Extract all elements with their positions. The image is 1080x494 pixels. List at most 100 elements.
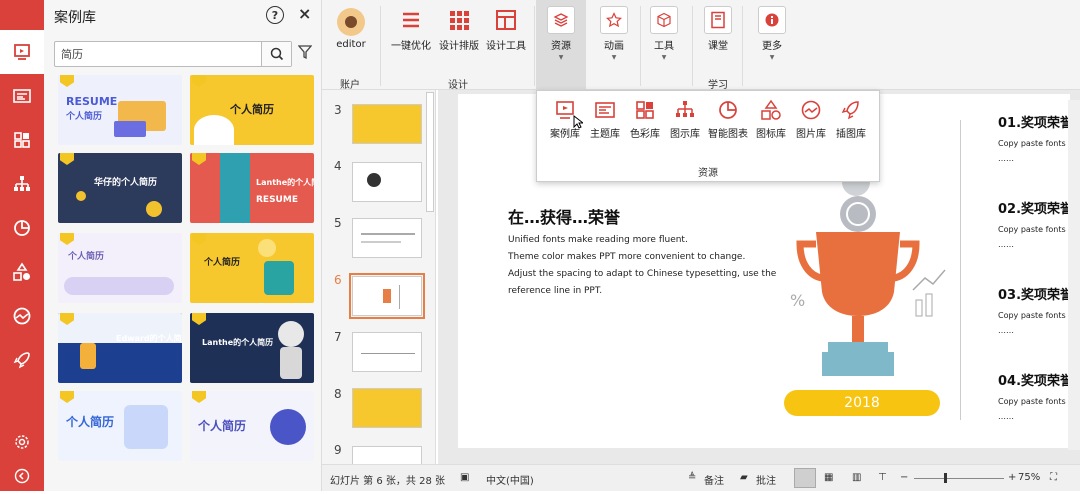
- classroom-button[interactable]: 课堂: [700, 0, 736, 64]
- template-thumbnail[interactable]: 个人简历: [190, 233, 314, 303]
- zoom-slider[interactable]: [914, 478, 1004, 479]
- star-icon: [600, 6, 628, 34]
- sorter-view-icon[interactable]: ▦: [824, 472, 833, 483]
- slide-thumbnails-panel: 3 4 5 6 7 8 9: [322, 90, 436, 464]
- slide-thumbnail[interactable]: [352, 104, 422, 144]
- resources-dropdown: 案例库 主题库 色彩库 图示库 智能图表 图标库 图片库 插图库 资源: [536, 90, 880, 182]
- layout-icon: [595, 102, 615, 118]
- color-icon: [636, 101, 654, 119]
- zoom-in-button[interactable]: +: [1008, 472, 1016, 483]
- zoom-slider-thumb[interactable]: [944, 473, 947, 483]
- slides-scrollbar[interactable]: [426, 92, 434, 212]
- pie-icon[interactable]: [0, 206, 44, 250]
- search-input[interactable]: [61, 45, 241, 63]
- slide-thumbnail-selected[interactable]: [349, 273, 425, 319]
- resources-button[interactable]: 资源 ▼: [536, 0, 586, 90]
- gear-icon[interactable]: [0, 424, 44, 460]
- honor-block[interactable]: 03.奖项荣誉 Copy paste fonts ……: [998, 284, 1078, 335]
- template-thumbnail[interactable]: 个人简历: [58, 233, 182, 303]
- zoom-out-button[interactable]: −: [900, 472, 908, 483]
- trophy-illustration: %: [790, 170, 946, 376]
- slide-thumbnail[interactable]: [352, 446, 422, 464]
- template-thumbnail[interactable]: 个人简历: [58, 391, 182, 461]
- spellcheck-icon[interactable]: ▣: [460, 472, 469, 483]
- account-button[interactable]: editor: [332, 0, 370, 64]
- template-thumbnail[interactable]: 个人简历: [190, 75, 314, 145]
- honor-block[interactable]: 04.奖项荣誉 Copy paste fonts ……: [998, 370, 1078, 421]
- language[interactable]: 中文(中国): [486, 472, 534, 487]
- shapes-icon: [761, 99, 781, 120]
- illustration-library-item[interactable]: 插图库: [830, 99, 872, 140]
- template-thumbnail[interactable]: Lanthe的个人简历 RESUME: [190, 153, 314, 223]
- search-box: [54, 41, 292, 67]
- optimize-icon: [397, 6, 425, 34]
- book-icon: [704, 6, 732, 34]
- svg-text:%: %: [790, 291, 805, 310]
- color-icon[interactable]: [0, 118, 44, 162]
- photo-icon[interactable]: [0, 294, 44, 338]
- avatar: [337, 8, 365, 36]
- layout-icon[interactable]: [0, 74, 44, 118]
- back-icon[interactable]: [0, 458, 44, 494]
- more-icon: [758, 6, 786, 34]
- template-thumbnail[interactable]: Lanthe的个人简历: [190, 313, 314, 383]
- close-button[interactable]: ×: [298, 4, 311, 23]
- slide-heading[interactable]: 在…获得…荣誉: [508, 204, 620, 228]
- side-rail: [0, 0, 44, 491]
- slide-thumbnail[interactable]: [352, 218, 422, 258]
- shapes-icon[interactable]: [0, 250, 44, 294]
- cube-icon: [650, 6, 678, 34]
- panel-title: 案例库: [54, 10, 96, 26]
- template-thumbnail[interactable]: 华仔的个人简历: [58, 153, 182, 223]
- slide-thumbnail[interactable]: [352, 332, 422, 372]
- tools-button[interactable]: 工具 ▼: [644, 0, 684, 64]
- search-icon: [270, 47, 283, 61]
- case-library-panel: 案例库 ? × RESUME 个人简历 个人简历 华仔的个人简历 Lanthe的…: [44, 0, 322, 491]
- layout-button[interactable]: 设计排版: [436, 0, 482, 64]
- fit-window-icon[interactable]: ⛶: [1050, 472, 1057, 483]
- normal-view-icon[interactable]: [794, 468, 816, 488]
- ribbon: editor 账户 一键优化 设计排版 设计工具 设计 资源 ▼ 动画 ▼ 工具…: [322, 0, 1080, 91]
- diagram-library-item[interactable]: 图示库: [664, 99, 706, 140]
- resources-icon: [547, 6, 575, 34]
- image-library-item[interactable]: 图片库: [790, 99, 832, 140]
- comments-icon[interactable]: ▰: [740, 472, 748, 483]
- template-icon[interactable]: [0, 30, 44, 74]
- grid-icon: [445, 6, 473, 34]
- rocket-icon[interactable]: [0, 338, 44, 382]
- photo-icon: [801, 100, 821, 120]
- template-thumbnail[interactable]: Edward的个人简历: [58, 313, 182, 383]
- search-button[interactable]: [261, 42, 291, 66]
- status-bar: 幻灯片 第 6 张，共 28 张 ▣ 中文(中国) ≜ 备注 ▰ 批注 ▦ ▥ …: [322, 464, 1080, 491]
- template-thumbnail[interactable]: RESUME 个人简历: [58, 75, 182, 145]
- notes-icon[interactable]: ≜: [688, 472, 696, 483]
- year-badge[interactable]: 2018: [784, 390, 940, 416]
- honor-block[interactable]: 01.奖项荣誉 Copy paste fonts ……: [998, 112, 1078, 163]
- honor-block[interactable]: 02.奖项荣誉 Copy paste fonts ……: [998, 198, 1078, 249]
- template-thumbnail[interactable]: 个人简历: [190, 391, 314, 461]
- pie-icon: [719, 101, 737, 119]
- org-chart-icon: [676, 101, 694, 117]
- more-button[interactable]: 更多 ▼: [752, 0, 792, 64]
- color-library-item[interactable]: 色彩库: [624, 99, 666, 140]
- slide-thumbnail[interactable]: [352, 388, 422, 428]
- help-button[interactable]: ?: [266, 6, 284, 24]
- slide-thumbnail[interactable]: [352, 162, 422, 202]
- filter-icon[interactable]: [297, 44, 313, 63]
- zoom-level[interactable]: 75%: [1018, 472, 1040, 483]
- slide-count: 幻灯片 第 6 张，共 28 张: [330, 476, 445, 487]
- design-tools-icon: [492, 6, 520, 34]
- smart-chart-item[interactable]: 智能图表: [706, 99, 750, 140]
- reading-view-icon[interactable]: ▥: [852, 472, 861, 483]
- canvas-scrollbar[interactable]: [1068, 100, 1080, 450]
- icon-library-item[interactable]: 图标库: [750, 99, 792, 140]
- notes-button[interactable]: 备注: [704, 472, 724, 487]
- comments-button[interactable]: 批注: [756, 472, 776, 487]
- animation-button[interactable]: 动画 ▼: [594, 0, 634, 64]
- theme-library-item[interactable]: 主题库: [584, 99, 626, 140]
- design-tools-button[interactable]: 设计工具: [484, 0, 528, 64]
- optimize-button[interactable]: 一键优化: [388, 0, 434, 64]
- org-chart-icon[interactable]: [0, 162, 44, 206]
- presenter-view-icon[interactable]: ⊤: [878, 472, 887, 483]
- cursor-icon: [573, 114, 585, 132]
